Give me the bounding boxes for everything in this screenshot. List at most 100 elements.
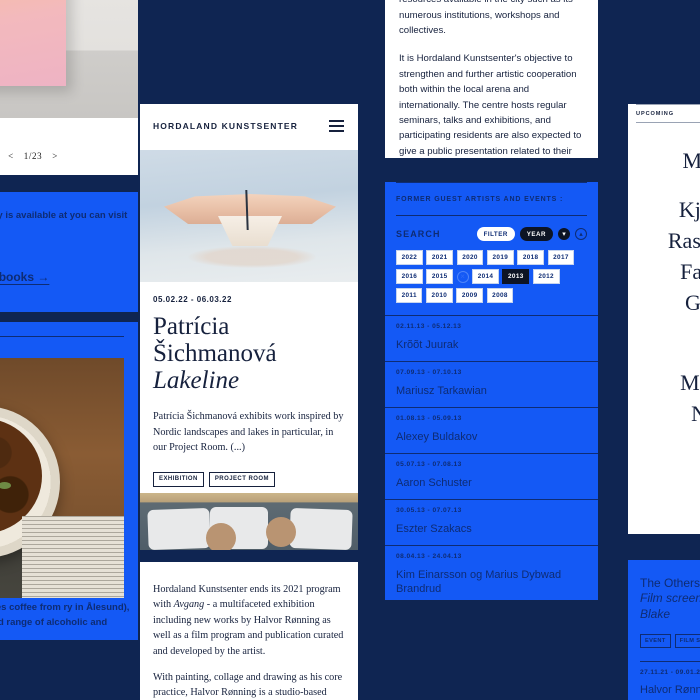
event-row[interactable]: 01.08.13 - 05.09.13 Alexey Buldakov bbox=[385, 407, 598, 453]
year-button-2009[interactable]: 2009 bbox=[456, 287, 484, 304]
search-label[interactable]: SEARCH bbox=[396, 229, 441, 239]
framed-artwork bbox=[0, 0, 66, 86]
pager-count: 1/23 bbox=[23, 151, 43, 161]
exhibition-title: Patrícia Šichmanová Lakeline bbox=[153, 313, 345, 394]
divider bbox=[640, 661, 700, 662]
filter-button[interactable]: FILTER bbox=[476, 227, 515, 241]
upcoming-panel: UPCOMING Met KjerRasmFalcGras MasNo bbox=[628, 104, 700, 534]
event-row[interactable]: 07.09.13 - 07.10.13 Mariusz Tarkawian bbox=[385, 361, 598, 407]
event-row[interactable]: 30.05.13 - 07.07.13 Eszter Szakacs bbox=[385, 499, 598, 545]
tag-film-screening[interactable]: FILM SCRE bbox=[674, 634, 700, 648]
upcoming-title-line[interactable]: Mas bbox=[628, 367, 700, 398]
year-button[interactable]: YEAR bbox=[519, 227, 553, 241]
search-row: SEARCH FILTER YEAR ▾ ▴ bbox=[385, 216, 598, 241]
shell-base-shape bbox=[218, 216, 282, 246]
exhibition-dates: 05.02.22 - 06.03.22 bbox=[153, 295, 232, 304]
upcoming-title-line[interactable]: No bbox=[628, 398, 700, 429]
books-promo-card: our inventory is available at you can vi… bbox=[0, 192, 138, 312]
year-button-2020[interactable]: 2020 bbox=[456, 250, 484, 266]
upcoming-title-line[interactable]: Gra bbox=[628, 287, 700, 318]
event-row[interactable]: 05.07.13 - 07.08.13 Aaron Schuster bbox=[385, 453, 598, 499]
film-card-inner: The Others Film screen Blake EVENT FILM … bbox=[628, 560, 700, 696]
year-button-2022[interactable]: 2022 bbox=[396, 250, 423, 266]
avgang-paragraph-1: Hordaland Kunstsenter ends its 2021 prog… bbox=[140, 562, 358, 659]
event-name: Mariusz Tarkawian bbox=[396, 385, 487, 398]
pager-prev-arrow[interactable]: < bbox=[8, 151, 14, 161]
person-shape bbox=[206, 523, 236, 550]
residency-text-panel: The artist in residence programme enable… bbox=[385, 0, 598, 158]
event-row[interactable]: 08.04.13 - 24.04.13 Kim Einarsson og Mari… bbox=[385, 545, 598, 600]
exhibition-description: Patrícia Šichmanová exhibits work inspir… bbox=[153, 411, 344, 453]
event-name: Eszter Szakacs bbox=[396, 523, 472, 536]
event-row[interactable]: 02.11.13 - 05.12.13 Krõõt Juurak bbox=[385, 315, 598, 361]
events-list: 02.11.13 - 05.12.13 Krõõt Juurak 07.09.13 … bbox=[385, 315, 598, 600]
upcoming-title-line[interactable]: Met bbox=[628, 145, 700, 176]
site-header: HORDALAND KUNSTSENTER bbox=[140, 104, 358, 150]
year-button-2019[interactable]: 2019 bbox=[486, 250, 514, 266]
year-button-2016[interactable]: 2016 bbox=[396, 268, 423, 285]
event-name: Alexey Buldakov bbox=[396, 431, 478, 444]
newspaper-shape bbox=[22, 516, 124, 598]
event-name: Krõõt Juurak bbox=[396, 339, 459, 352]
exhibition-body: 05.02.22 - 06.03.22 Patrícia Šichmanová … bbox=[140, 282, 358, 487]
avgang-text-card: Hordaland Kunstsenter ends its 2021 prog… bbox=[140, 562, 358, 700]
residency-paragraph-1: The artist in residence programme enable… bbox=[399, 0, 573, 37]
page-canvas: <1/23 > our inventory is available at you… bbox=[0, 0, 700, 700]
pillow-shape bbox=[289, 507, 353, 550]
person-shape bbox=[266, 517, 296, 547]
year-button-2013[interactable]: 2013 bbox=[502, 268, 530, 285]
year-button-2012[interactable]: 2012 bbox=[532, 268, 560, 285]
chevron-down-icon[interactable]: ▾ bbox=[558, 228, 570, 240]
residency-paragraph-2: It is Hordaland Kunstsenter's objective … bbox=[399, 53, 582, 157]
cafe-card: tsenter serves coffee from ry in Ålesund… bbox=[0, 322, 138, 640]
guest-artists-panel: FORMER GUEST ARTISTS AND EVENTS : SEARCH… bbox=[385, 182, 598, 600]
upcoming-title-line[interactable]: Falc bbox=[628, 256, 700, 287]
purchase-books-link[interactable]: purchase books → bbox=[0, 270, 138, 284]
year-button-2008[interactable]: 2008 bbox=[486, 287, 514, 304]
year-button-2011[interactable]: 2011 bbox=[396, 287, 423, 304]
film-subtitle-line-2: Blake bbox=[640, 607, 671, 621]
next-event-name: Halvor Rønn bbox=[640, 684, 700, 696]
tag-exhibition[interactable]: EXHIBITION bbox=[153, 471, 204, 487]
pillow-shape bbox=[147, 507, 211, 550]
tag-project-room[interactable]: PROJECT ROOM bbox=[208, 471, 275, 487]
site-title: HORDALAND KUNSTSENTER bbox=[153, 121, 299, 131]
upcoming-title-line[interactable]: Rasm bbox=[628, 225, 700, 256]
shell-reflection bbox=[188, 246, 316, 268]
year-button-2021[interactable]: 2021 bbox=[426, 250, 454, 266]
exhibition-tags: EXHIBITION PROJECT ROOM bbox=[153, 471, 345, 487]
work-title: Lakeline bbox=[153, 367, 240, 394]
cafe-description: tsenter serves coffee from ry in Ålesund… bbox=[0, 602, 130, 628]
tag-event[interactable]: EVENT bbox=[640, 634, 671, 648]
year-button-2017[interactable]: 2017 bbox=[547, 250, 575, 266]
event-name: Aaron Schuster bbox=[396, 477, 472, 490]
upcoming-title-line[interactable]: Kjer bbox=[628, 194, 700, 225]
upcoming-title-line[interactable]: s bbox=[628, 318, 700, 349]
event-date: 02.11.13 - 05.12.13 bbox=[396, 323, 462, 331]
event-date: 07.09.13 - 07.10.13 bbox=[396, 369, 462, 377]
year-button-2015[interactable]: 2015 bbox=[426, 268, 454, 285]
hamburger-icon[interactable] bbox=[329, 120, 344, 132]
next-event-date: 27.11.21 - 09.01.2 bbox=[640, 669, 700, 676]
year-button-2010[interactable]: 2010 bbox=[425, 287, 453, 304]
guest-artists-header: FORMER GUEST ARTISTS AND EVENTS : bbox=[396, 196, 564, 203]
event-date: 05.07.13 - 07.08.13 bbox=[396, 461, 462, 469]
clear-x-icon[interactable]: × bbox=[456, 270, 469, 283]
film-tags: EVENT FILM SCRE bbox=[640, 634, 700, 648]
event-date: 30.05.13 - 07.07.13 bbox=[396, 507, 462, 515]
year-button-2014[interactable]: 2014 bbox=[472, 268, 499, 285]
upcoming-label: UPCOMING bbox=[636, 111, 674, 117]
event-date: 01.08.13 - 05.09.13 bbox=[396, 415, 462, 423]
year-filter-list: 2022 2021 2020 2019 2018 2017 2016 2015 × 2014 201… bbox=[385, 241, 598, 304]
pager-next-arrow[interactable]: > bbox=[52, 151, 58, 161]
film-subtitle: Film screen Blake bbox=[640, 590, 700, 622]
avgang-title-em: Avgang bbox=[173, 599, 205, 611]
exhibition-hero-image bbox=[140, 150, 358, 282]
image-pager[interactable]: <1/23 > bbox=[0, 151, 138, 161]
chevron-up-circle-icon[interactable]: ▴ bbox=[575, 228, 587, 240]
cafe-photo bbox=[0, 358, 124, 598]
event-date: 08.04.13 - 24.04.13 bbox=[396, 553, 462, 561]
year-button-2018[interactable]: 2018 bbox=[517, 250, 545, 266]
secondary-photo bbox=[140, 493, 358, 550]
